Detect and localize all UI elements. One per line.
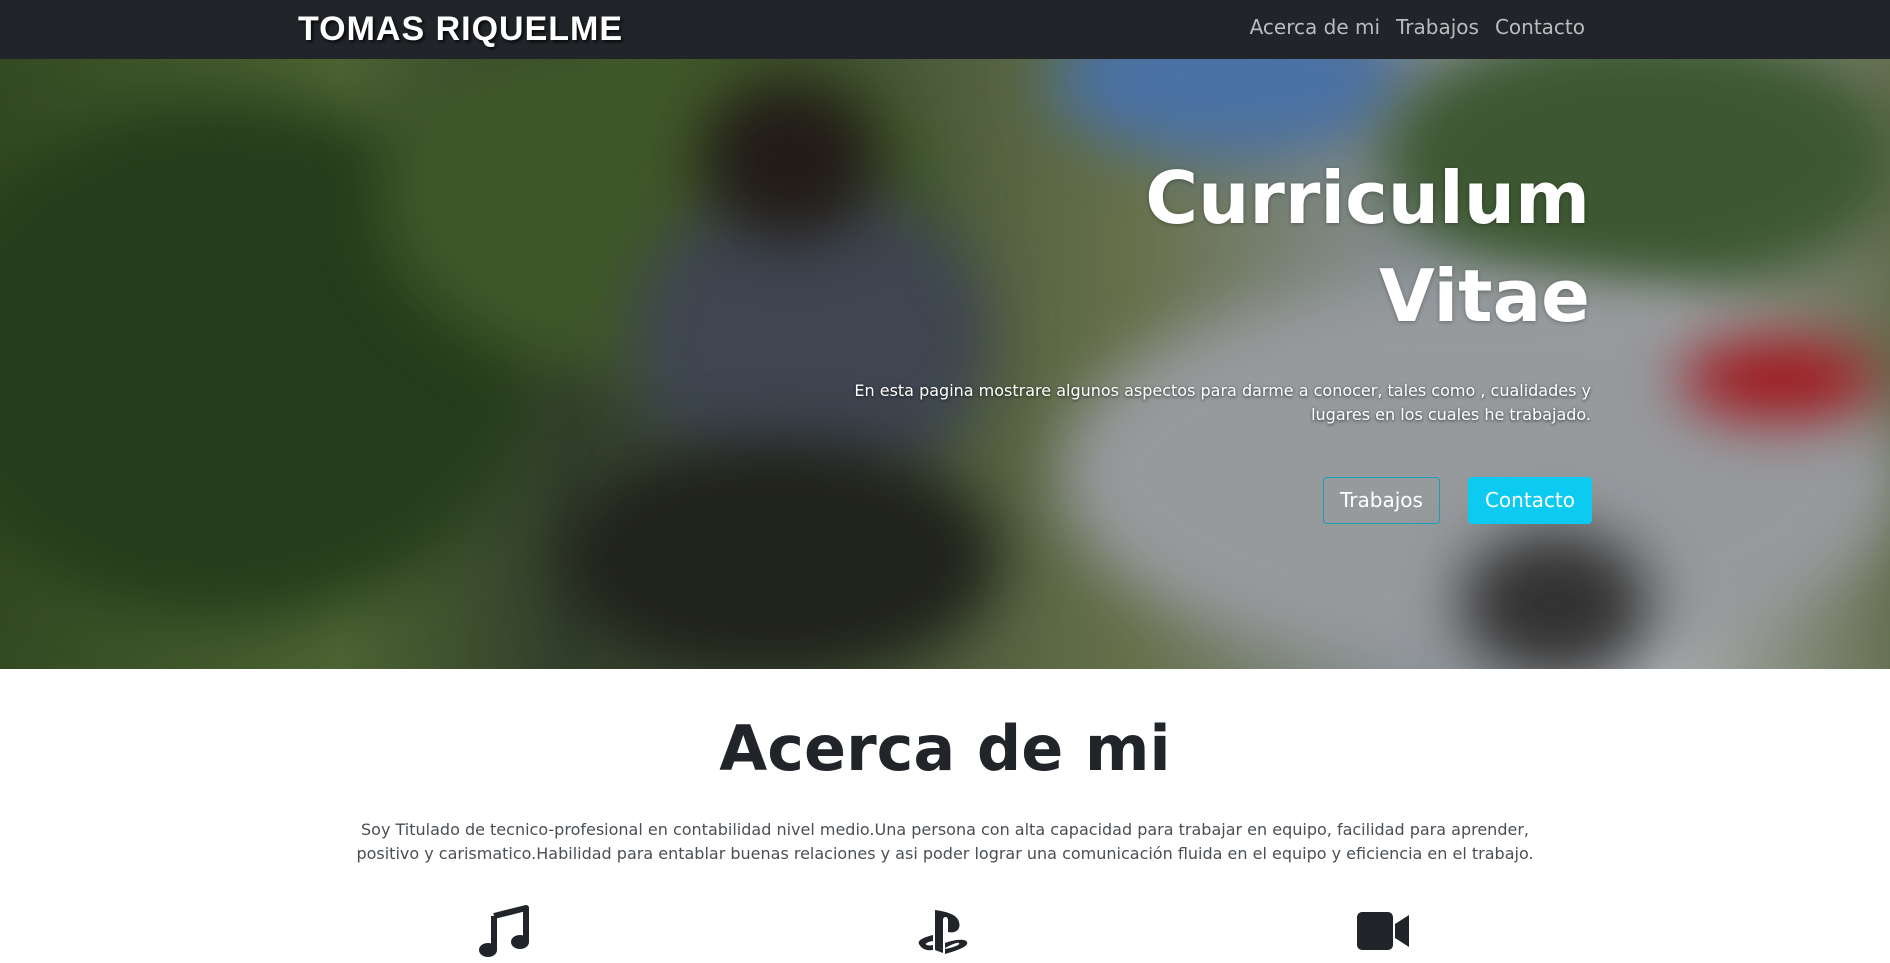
nav-link-acerca[interactable]: Acerca de mi xyxy=(1250,15,1380,39)
hero-description: En esta pagina mostrare algunos aspectos… xyxy=(854,381,1591,424)
hero-title-line2: Vitae xyxy=(1379,254,1590,338)
about-title: Acerca de mi xyxy=(719,712,1171,785)
contacto-button[interactable]: Contacto xyxy=(1467,477,1592,524)
brand-logo[interactable]: TOMAS RIQUELME xyxy=(298,10,623,49)
music-icon xyxy=(476,904,532,960)
video-camera-icon xyxy=(1355,904,1411,960)
hero-buttons: Trabajos Contacto xyxy=(1323,477,1592,524)
trabajos-button[interactable]: Trabajos xyxy=(1323,477,1440,524)
hero-title: Curriculum Vitae xyxy=(890,149,1590,345)
hero-section: Curriculum Vitae En esta pagina mostrare… xyxy=(0,59,1890,669)
nav-link-trabajos[interactable]: Trabajos xyxy=(1396,15,1479,39)
about-text: Soy Titulado de tecnico-profesional en c… xyxy=(356,820,1534,863)
nav-links: Acerca de mi Trabajos Contacto xyxy=(1250,15,1585,39)
hero-title-line1: Curriculum xyxy=(1145,156,1590,240)
playstation-icon xyxy=(915,904,971,960)
navbar: TOMAS RIQUELME Acerca de mi Trabajos Con… xyxy=(0,0,1890,59)
features-row xyxy=(0,904,1890,963)
nav-link-contacto[interactable]: Contacto xyxy=(1495,15,1585,39)
